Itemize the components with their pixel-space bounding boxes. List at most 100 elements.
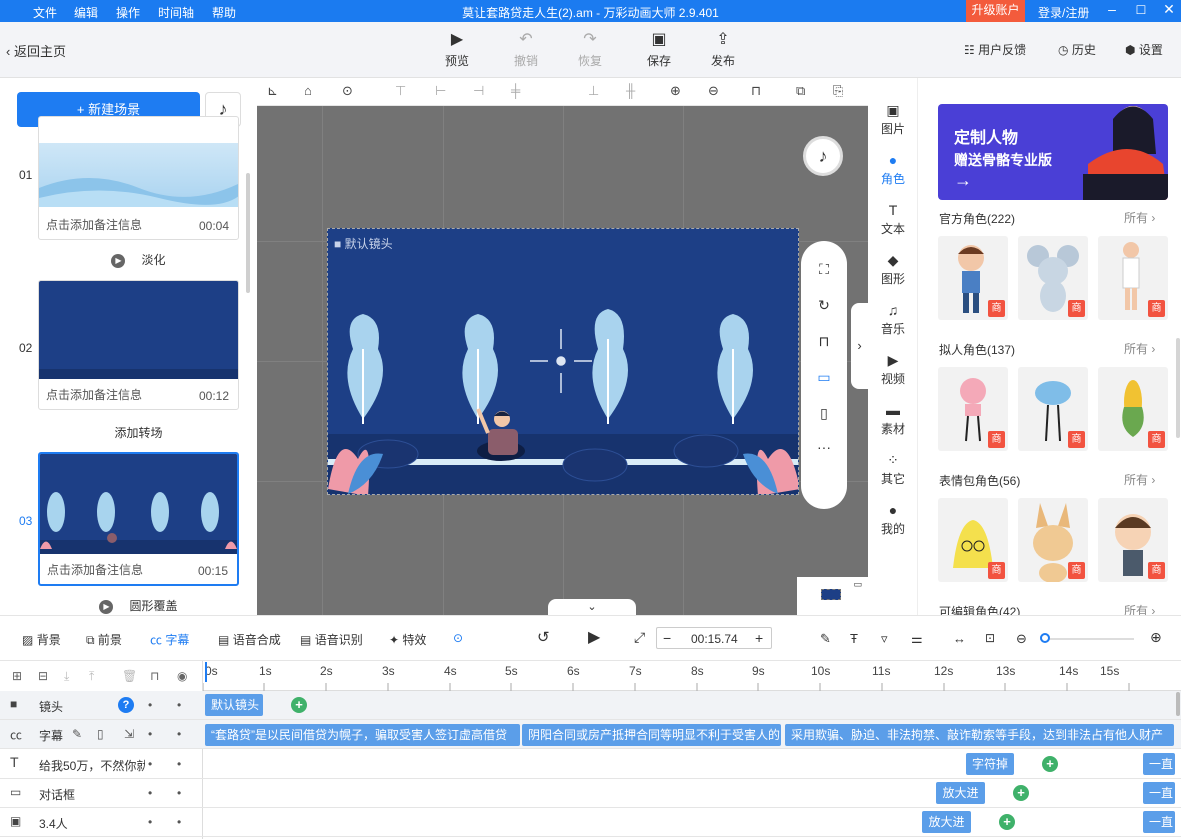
- scene-card-1[interactable]: 点击添加备注信息 00:04: [38, 116, 239, 240]
- chevron-down-icon[interactable]: ⌄: [548, 599, 636, 615]
- music-note-icon[interactable]: ♪: [803, 136, 843, 176]
- more-icon[interactable]: ···: [801, 439, 847, 455]
- add-folder-icon[interactable]: ⊟: [38, 669, 48, 683]
- cat-image[interactable]: ▣ 图片: [868, 102, 918, 137]
- more-circle-icon[interactable]: ⊙: [453, 631, 463, 645]
- cat-video[interactable]: ▶ 视频: [868, 352, 918, 387]
- timeline-scrollbar[interactable]: [1176, 692, 1180, 716]
- edit-icon[interactable]: ✎: [72, 727, 82, 741]
- scene-note[interactable]: 点击添加备注信息: [46, 386, 142, 403]
- close-icon[interactable]: ✕: [1160, 1, 1178, 18]
- text-tool-icon[interactable]: Ŧ: [850, 631, 858, 646]
- minimap[interactable]: ▭: [797, 577, 868, 615]
- track-lock-dot[interactable]: •: [148, 727, 152, 741]
- track-visibility-dot[interactable]: •: [177, 757, 181, 771]
- cat-character[interactable]: ● 角色: [868, 152, 918, 187]
- zoom-slider-handle[interactable]: [1040, 633, 1050, 643]
- fit-screen-icon[interactable]: ⛶: [801, 261, 847, 278]
- scene-stage[interactable]: ■ 默认镜头: [327, 228, 799, 495]
- subtitle-clip[interactable]: “套路贷”是以民间借贷为幌子，骗取受害人签订虚高借贷: [205, 724, 520, 746]
- preview-button[interactable]: ▶ 预览: [437, 30, 477, 69]
- character-card[interactable]: 商: [1098, 498, 1168, 582]
- cat-other[interactable]: ⁘ 其它: [868, 452, 918, 487]
- see-all-link[interactable]: 所有 ›: [1124, 471, 1155, 488]
- character-card[interactable]: 商: [938, 367, 1008, 451]
- transition-3[interactable]: ▶ 圆形覆盖: [38, 597, 239, 614]
- align-right-icon[interactable]: ⊣: [473, 83, 484, 99]
- character-card[interactable]: 商: [938, 498, 1008, 582]
- edit-icon[interactable]: ✎: [820, 631, 831, 647]
- transition-1[interactable]: ▶ 淡化: [38, 251, 239, 268]
- save-button[interactable]: ▣ 保存: [639, 30, 679, 69]
- track-image[interactable]: ▣ 3.4人 • • 放大进 + 一直: [0, 808, 1181, 837]
- history-button[interactable]: ◷ 历史: [1058, 41, 1096, 58]
- character-card[interactable]: 商: [1018, 367, 1088, 451]
- promo-banner[interactable]: 定制人物 赠送骨骼专业版 →: [938, 104, 1168, 200]
- scene-note[interactable]: 点击添加备注信息: [47, 561, 143, 578]
- character-card[interactable]: 商: [1098, 236, 1168, 320]
- subtitle-button[interactable]: ㏄ 字幕: [150, 631, 189, 648]
- align-bottom-icon[interactable]: ⊥: [588, 83, 599, 99]
- adjust-icon[interactable]: ⚌: [911, 631, 923, 647]
- replay-icon[interactable]: ↺: [537, 628, 550, 646]
- track-text[interactable]: T 给我50万，不然你就 • • 字符掉 + 一直: [0, 750, 1181, 779]
- character-card[interactable]: 商: [938, 236, 1008, 320]
- add-keyframe-icon[interactable]: +: [1042, 756, 1058, 772]
- asr-button[interactable]: ▤ 语音识别: [300, 631, 363, 648]
- monitor-icon[interactable]: ▭: [801, 369, 847, 386]
- lock-icon[interactable]: ⊓: [751, 83, 761, 99]
- menu-help[interactable]: 帮助: [212, 4, 236, 21]
- add-keyframe-icon[interactable]: +: [291, 697, 307, 713]
- track-visibility-dot[interactable]: •: [177, 786, 181, 800]
- minimap-toggle-icon[interactable]: ▭: [853, 579, 862, 590]
- add-keyframe-icon[interactable]: +: [1013, 785, 1029, 801]
- publish-button[interactable]: ⇪ 发布: [703, 30, 743, 69]
- back-home-button[interactable]: ‹ 返回主页: [6, 41, 66, 60]
- character-card[interactable]: 商: [1018, 498, 1088, 582]
- plus-icon[interactable]: +: [755, 630, 763, 646]
- distribute-icon[interactable]: ╫: [626, 83, 635, 98]
- character-card[interactable]: 商: [1018, 236, 1088, 320]
- track-lock-dot[interactable]: •: [148, 815, 152, 829]
- delete-icon[interactable]: ▯: [97, 727, 104, 741]
- minimize-icon[interactable]: –: [1103, 1, 1121, 17]
- paste-icon[interactable]: ⎘: [833, 83, 843, 99]
- menu-timeline[interactable]: 时间轴: [158, 4, 194, 21]
- character-card[interactable]: 商: [1098, 367, 1168, 451]
- home-icon[interactable]: ⌂: [304, 83, 312, 98]
- cat-text[interactable]: T 文本: [868, 202, 918, 237]
- track-lock-dot[interactable]: •: [148, 786, 152, 800]
- ruler-icon[interactable]: ⊾: [267, 83, 278, 99]
- animation-clip[interactable]: 放大进: [936, 782, 985, 804]
- animation-clip[interactable]: 字符掉: [966, 753, 1014, 775]
- minus-icon[interactable]: −: [663, 630, 671, 646]
- cat-shape[interactable]: ◆ 图形: [868, 252, 918, 287]
- background-button[interactable]: ▨ 背景: [22, 631, 61, 648]
- rotate-icon[interactable]: ↻: [801, 297, 847, 314]
- undo-button[interactable]: ↶ 撤销: [506, 30, 546, 69]
- login-link[interactable]: 登录/注册: [1038, 4, 1089, 21]
- see-all-link[interactable]: 所有 ›: [1124, 209, 1155, 226]
- track-subtitle[interactable]: ㏄ 字幕 ✎ ▯ ⇲ • • “套路贷”是以民间借贷为幌子，骗取受害人签订虚高借…: [0, 720, 1181, 749]
- copy-icon[interactable]: ⧉: [796, 83, 805, 99]
- cat-music[interactable]: ♫ 音乐: [868, 302, 918, 337]
- zoom-in-icon[interactable]: ⊕: [1150, 629, 1162, 646]
- track-camera[interactable]: ■ 镜头 ? • • 默认镜头 +: [0, 691, 1181, 720]
- fit-width-icon[interactable]: ↔: [953, 631, 966, 646]
- foreground-button[interactable]: ⧉ 前景: [86, 631, 122, 648]
- track-dialog[interactable]: ▭ 对话框 • • 放大进 + 一直: [0, 779, 1181, 808]
- filter-icon[interactable]: ▿: [881, 631, 888, 647]
- animation-clip[interactable]: 一直: [1143, 811, 1175, 833]
- upgrade-button[interactable]: 升级账户: [966, 0, 1025, 22]
- help-icon[interactable]: ?: [118, 697, 134, 713]
- animation-clip[interactable]: 一直: [1143, 753, 1175, 775]
- unlock-icon[interactable]: ⊓: [801, 333, 847, 350]
- panel-scrollbar[interactable]: [1176, 338, 1180, 438]
- phone-icon[interactable]: ▯: [801, 405, 847, 422]
- expand-icon[interactable]: ⤢: [634, 629, 645, 646]
- maximize-icon[interactable]: ☐: [1132, 3, 1150, 17]
- zoom-out-icon[interactable]: ⊖: [708, 83, 719, 99]
- animation-clip[interactable]: 一直: [1143, 782, 1175, 804]
- play-icon[interactable]: ▶: [588, 627, 600, 647]
- lock-icon[interactable]: ⊓: [150, 669, 159, 683]
